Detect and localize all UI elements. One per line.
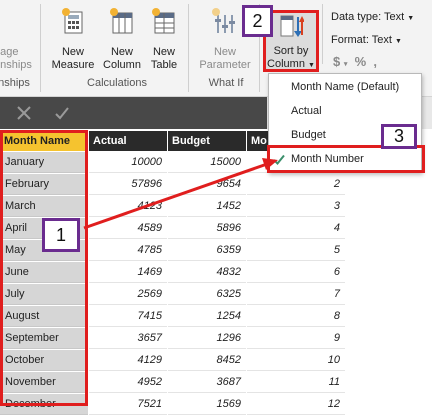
annotation-arrow xyxy=(83,158,278,230)
annotation-badge-3: 3 xyxy=(381,124,417,149)
annotation-badge-2: 2 xyxy=(242,5,273,37)
annotation-badge-1: 1 xyxy=(42,218,80,252)
